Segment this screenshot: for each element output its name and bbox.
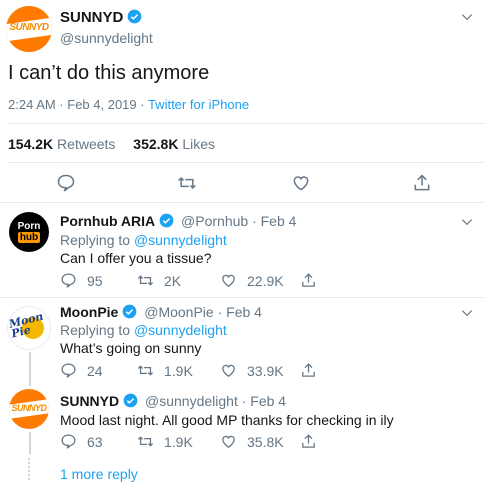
reply-icon — [61, 273, 76, 288]
avatar-logo-text: SUNNYD — [11, 402, 47, 413]
retweet-icon — [137, 365, 154, 376]
avatar-logo-text: SUNNYD — [9, 21, 49, 33]
retweet-icon — [137, 275, 154, 286]
retweet-icon — [137, 436, 154, 447]
reply-action[interactable]: 63 — [60, 433, 103, 450]
tweet-text: I can’t do this anymore — [8, 62, 210, 84]
reply-header: Pornhub ARIA @Pornhub · Feb 4 — [60, 213, 296, 229]
retweet-icon[interactable] — [176, 173, 198, 193]
retweets-stat[interactable]: 154.2K Retweets — [8, 136, 115, 152]
like-count: 33.9K — [247, 362, 284, 379]
divider — [0, 297, 485, 298]
retweet-count: 2K — [164, 272, 182, 289]
like-action[interactable]: 22.9K — [220, 272, 284, 289]
author-handle[interactable]: @sunnydelight — [60, 30, 153, 46]
share-icon[interactable] — [412, 173, 432, 193]
reply-author-name[interactable]: MoonPie — [60, 304, 118, 320]
verified-badge-icon — [159, 213, 174, 228]
thread-dots — [28, 458, 32, 480]
verified-badge-icon — [123, 393, 138, 408]
reply-header: SUNNYD @sunnydelight · Feb 4 — [60, 393, 286, 409]
more-replies-link[interactable]: 1 more reply — [60, 466, 138, 482]
share-icon[interactable] — [300, 362, 317, 379]
tweet-meta: 2:24 AM · Feb 4, 2019 · Twitter for iPho… — [8, 97, 249, 112]
avatar-moonpie[interactable]: Moon Pie — [7, 306, 51, 350]
avatar-sunnyd[interactable]: SUNNYD — [6, 6, 52, 52]
retweets-count: 154.2K — [8, 136, 54, 152]
reply-text: What’s going on sunny — [60, 340, 202, 356]
chevron-down-icon[interactable] — [460, 215, 474, 229]
tweet-source-link[interactable]: Twitter for iPhone — [148, 97, 249, 112]
reply-header: MoonPie @MoonPie · Feb 4 — [60, 304, 262, 320]
reply-author-name[interactable]: SUNNYD — [60, 393, 119, 409]
replying-to-link[interactable]: @sunnydelight — [134, 322, 227, 338]
share-icon[interactable] — [300, 272, 317, 289]
share-icon[interactable] — [300, 433, 317, 450]
replying-prefix: Replying to — [60, 322, 134, 338]
likes-count: 352.8K — [133, 136, 179, 152]
replying-to: Replying to @sunnydelight — [60, 232, 227, 248]
author-display-name[interactable]: SUNNYD — [60, 9, 123, 26]
like-count: 35.8K — [247, 433, 284, 450]
reply-icon — [61, 434, 76, 449]
retweet-action[interactable]: 1.9K — [137, 433, 193, 450]
avatar-logo-text: Porn — [17, 221, 41, 232]
reply-count: 95 — [87, 272, 103, 289]
avatar-logo-text: hub — [17, 232, 41, 243]
reply-action[interactable]: 95 — [60, 272, 103, 289]
like-count: 22.9K — [247, 272, 284, 289]
thread-line — [29, 352, 31, 386]
reply-action[interactable]: 24 — [60, 362, 103, 379]
reply-text: Can I offer you a tissue? — [60, 250, 212, 266]
retweets-label: Retweets — [57, 136, 116, 152]
avatar-logo-text: Moon Pie — [7, 309, 45, 341]
author-name-row[interactable]: SUNNYD — [60, 9, 142, 26]
divider — [8, 123, 485, 124]
tweet-timestamp[interactable]: 2:24 AM · Feb 4, 2019 · — [8, 97, 148, 112]
likes-label: Likes — [182, 136, 216, 152]
like-icon — [222, 364, 235, 377]
retweet-action[interactable]: 1.9K — [137, 362, 193, 379]
like-icon — [222, 435, 235, 448]
retweet-count: 1.9K — [164, 362, 193, 379]
reply-count: 63 — [87, 433, 103, 450]
verified-badge-icon — [122, 304, 137, 319]
avatar-sunnyd[interactable]: SUNNYD — [9, 389, 49, 429]
reply-icon[interactable] — [56, 173, 76, 193]
chevron-down-icon[interactable] — [460, 10, 474, 24]
avatar-pornhub[interactable]: Porn hub — [9, 212, 49, 252]
divider — [8, 162, 485, 163]
thread-line — [29, 432, 31, 454]
reply-handle-date[interactable]: @sunnydelight · Feb 4 — [145, 393, 286, 409]
reply-text: Mood last night. All good MP thanks for … — [60, 412, 394, 428]
tweet-stats: 154.2K Retweets 352.8K Likes — [8, 136, 215, 152]
verified-badge-icon — [127, 9, 142, 24]
reply-count: 24 — [87, 362, 103, 379]
divider — [0, 202, 485, 203]
reply-author-name[interactable]: Pornhub ARIA — [60, 213, 155, 229]
replying-to: Replying to @sunnydelight — [60, 322, 227, 338]
like-icon — [222, 274, 235, 287]
reply-icon — [61, 363, 76, 378]
likes-stat[interactable]: 352.8K Likes — [133, 136, 215, 152]
like-action[interactable]: 35.8K — [220, 433, 284, 450]
like-action[interactable]: 33.9K — [220, 362, 284, 379]
retweet-count: 1.9K — [164, 433, 193, 450]
reply-handle-date[interactable]: @MoonPie · Feb 4 — [144, 304, 262, 320]
chevron-down-icon[interactable] — [460, 306, 474, 320]
like-icon[interactable] — [291, 173, 311, 193]
retweet-action[interactable]: 2K — [137, 272, 181, 289]
replying-to-link[interactable]: @sunnydelight — [134, 232, 227, 248]
reply-handle-date[interactable]: @Pornhub · Feb 4 — [181, 213, 296, 229]
replying-prefix: Replying to — [60, 232, 134, 248]
